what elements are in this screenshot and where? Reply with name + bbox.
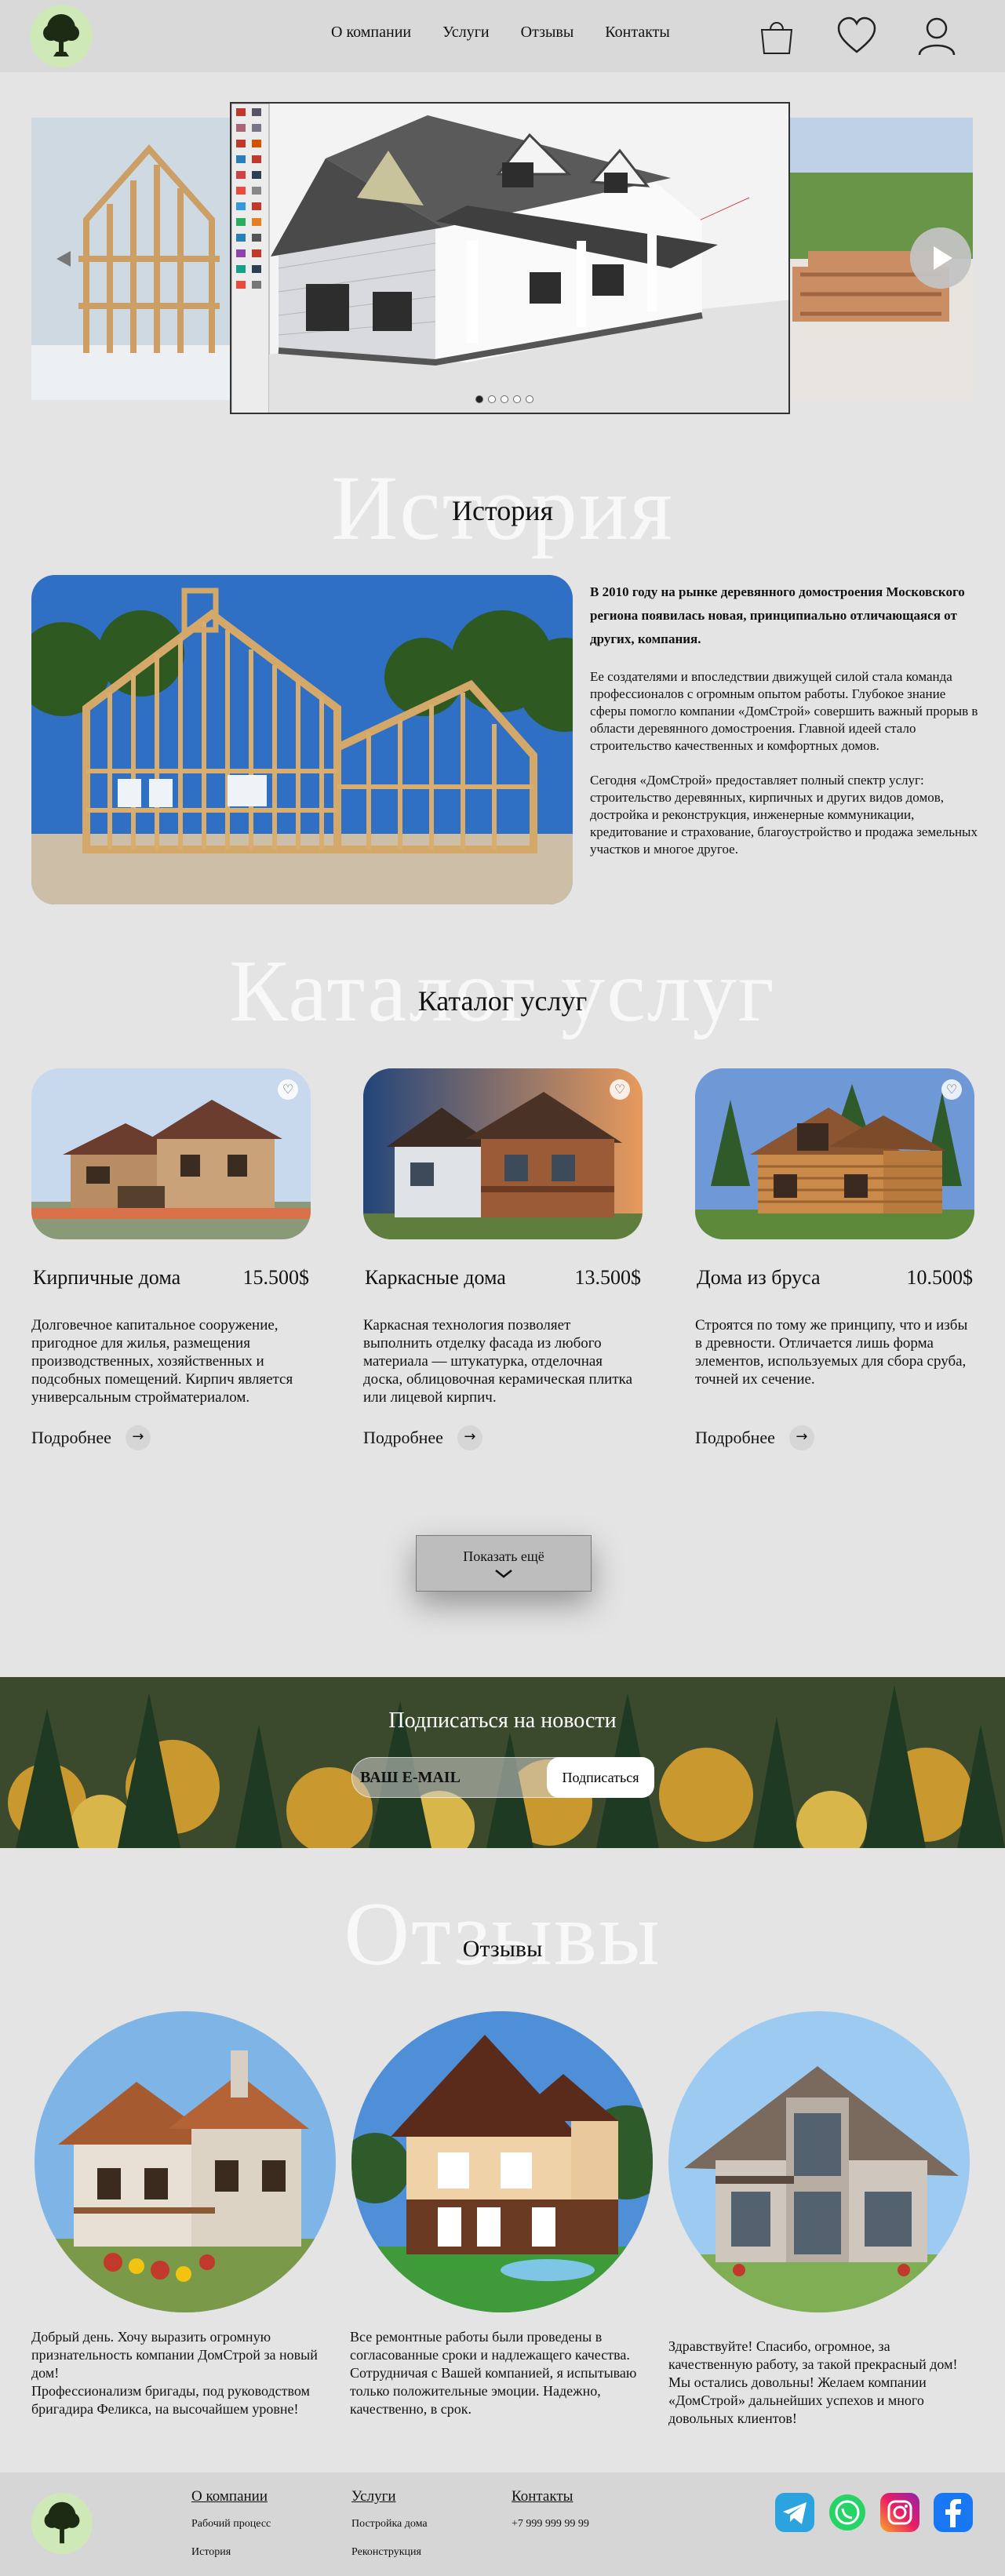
slider-dot-3[interactable]: [501, 395, 508, 403]
footer-link-process[interactable]: Рабочий процесс: [191, 2518, 271, 2531]
nav-reviews[interactable]: Отзывы: [521, 24, 574, 42]
reviews-title: Отзывы: [462, 1936, 543, 1962]
card-name: Каркасные дома: [365, 1266, 506, 1289]
footer-head-about[interactable]: О компании: [191, 2488, 271, 2505]
arrow-right-icon: →: [788, 1425, 814, 1450]
heart-icon[interactable]: [835, 14, 879, 58]
card-description: Строятся по тому же принципу, что и избы…: [695, 1317, 968, 1388]
card-name: Кирпичные дома: [33, 1266, 181, 1289]
nav-services[interactable]: Услуги: [442, 24, 490, 42]
slide-main-house-model: [230, 102, 790, 414]
service-card-timber: ♡ Дома из бруса 10.500$ Строятся по тому…: [695, 1068, 974, 1388]
shopping-bag-icon[interactable]: [755, 14, 799, 58]
slider-dot-1[interactable]: [475, 395, 483, 403]
arrow-right-icon: →: [457, 1425, 482, 1450]
card-price: 15.500$: [242, 1266, 310, 1289]
logo-tree-icon[interactable]: [30, 5, 93, 67]
review-text-3: Здравствуйте! Спасибо, огромное, за каче…: [668, 2338, 958, 2426]
slider-dot-2[interactable]: [488, 395, 496, 403]
footer-col-contacts: Контакты +7 999 999 99 99: [512, 2488, 589, 2546]
service-card-frame: ♡ Каркасные дома 13.500$ Каркасная техно…: [363, 1068, 643, 1406]
card-favorite-heart-icon[interactable]: ♡: [278, 1079, 298, 1100]
footer-phone[interactable]: +7 999 999 99 99: [512, 2518, 589, 2531]
card-more-link-brick[interactable]: Подробнее →: [31, 1425, 151, 1450]
history-title: История: [451, 495, 554, 526]
timber-house-image: ♡: [695, 1068, 974, 1239]
reviews-ghost-title: Отзывы: [344, 1884, 661, 1985]
history-paragraph-1: Ее создателями и впоследствии движущей с…: [590, 669, 978, 753]
card-price: 10.500$: [906, 1266, 974, 1289]
footer-link-history[interactable]: История: [191, 2546, 271, 2559]
slider-next-button[interactable]: [910, 227, 971, 289]
more-label: Подробнее: [363, 1428, 443, 1447]
review-house-image-3: [668, 2011, 970, 2312]
footer-col-services: Услуги Постройка дома Реконструкция: [351, 2488, 428, 2574]
subscribe-button[interactable]: Подписаться: [547, 1757, 654, 1798]
review-text-2: Все ремонтные работы были проведены в со…: [350, 2329, 637, 2417]
facebook-icon[interactable]: [934, 2493, 973, 2532]
card-price: 13.500$: [574, 1266, 642, 1289]
footer-logo-tree-icon[interactable]: [31, 2493, 93, 2554]
show-more-label: Показать ещё: [463, 1548, 544, 1564]
user-icon[interactable]: [915, 14, 959, 58]
card-favorite-heart-icon[interactable]: ♡: [941, 1079, 962, 1100]
history-lead: В 2010 году на рынке деревянного домостр…: [590, 584, 965, 646]
nav-about[interactable]: О компании: [331, 24, 411, 42]
footer-link-reconstruction[interactable]: Реконструкция: [351, 2546, 428, 2559]
card-more-link-frame[interactable]: Подробнее →: [363, 1425, 482, 1450]
history-paragraph-2: Сегодня «ДомСтрой» предоставляет полный …: [590, 773, 978, 857]
more-label: Подробнее: [695, 1428, 775, 1447]
card-more-link-timber[interactable]: Подробнее →: [695, 1425, 814, 1450]
email-input[interactable]: [351, 1757, 563, 1798]
telegram-icon[interactable]: [775, 2493, 814, 2532]
history-text: В 2010 году на рынке деревянного домостр…: [590, 580, 982, 875]
catalog-title: Каталог услуг: [417, 985, 588, 1017]
site-header: О компании Услуги Отзывы Контакты: [0, 0, 1005, 72]
main-nav: О компании Услуги Отзывы Контакты: [331, 24, 670, 42]
card-description: Каркасная технология позволяет выполнить…: [363, 1317, 633, 1406]
arrow-right-icon: →: [125, 1425, 151, 1450]
footer-col-about: О компании Рабочий процесс История: [191, 2488, 271, 2574]
more-label: Подробнее: [31, 1428, 111, 1447]
chevron-down-icon: [495, 1570, 512, 1578]
footer-head-services[interactable]: Услуги: [351, 2488, 428, 2505]
card-name: Дома из бруса: [697, 1266, 821, 1289]
service-card-brick: ♡ Кирпичные дома 15.500$ Долговечное кап…: [31, 1068, 311, 1406]
show-more-button[interactable]: Показать ещё: [416, 1535, 592, 1592]
footer-link-building[interactable]: Постройка дома: [351, 2518, 428, 2531]
slider-dot-4[interactable]: [513, 395, 521, 403]
brick-house-image: ♡: [31, 1068, 311, 1239]
frame-house-image: ♡: [363, 1068, 643, 1239]
card-description: Долговечное капитальное сооружение, приг…: [31, 1317, 293, 1406]
history-frame-house-image: [31, 575, 573, 904]
slider-dot-5[interactable]: [526, 395, 533, 403]
review-house-image-2: [351, 2011, 653, 2312]
slider-dots: [475, 395, 533, 403]
review-text-1: Добрый день. Хочу выразить огромную приз…: [31, 2329, 318, 2417]
nav-contacts[interactable]: Контакты: [605, 24, 670, 42]
newsletter-title: Подписаться на новости: [388, 1708, 617, 1733]
instagram-icon[interactable]: [880, 2493, 919, 2532]
whatsapp-icon[interactable]: [828, 2493, 867, 2532]
review-house-image-1: [35, 2011, 336, 2312]
card-favorite-heart-icon[interactable]: ♡: [610, 1079, 630, 1100]
footer-head-contacts[interactable]: Контакты: [512, 2488, 589, 2505]
